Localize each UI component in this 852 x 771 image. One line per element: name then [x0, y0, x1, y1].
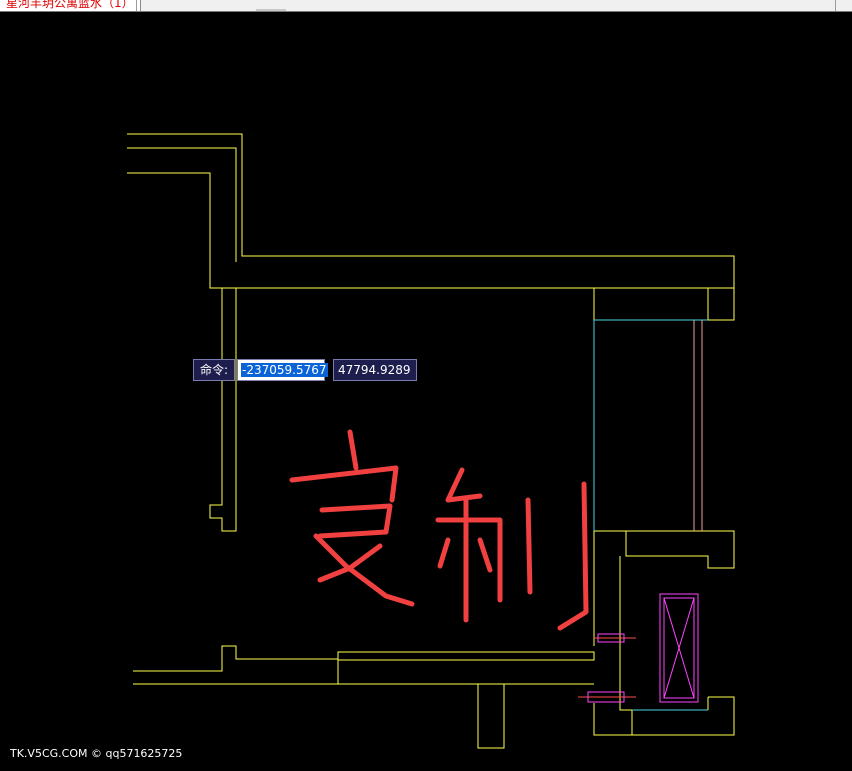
annotation-strokes	[289, 429, 589, 631]
x-coordinate-value: -237059.5767	[241, 363, 328, 377]
bottom-walls	[133, 645, 595, 749]
command-label: 命令:	[193, 359, 235, 381]
x-coordinate-input[interactable]: -237059.5767	[237, 359, 328, 381]
watermark: TK.V5CG.COM © qq571625725	[10, 747, 183, 760]
fixture-box	[659, 593, 699, 703]
upper-left-walls	[127, 133, 735, 321]
window	[593, 319, 708, 711]
pipe-stubs	[578, 633, 636, 703]
y-coordinate-input[interactable]: 47794.9289	[333, 359, 417, 381]
drawing-canvas[interactable]	[0, 0, 852, 771]
left-wall	[209, 288, 237, 532]
